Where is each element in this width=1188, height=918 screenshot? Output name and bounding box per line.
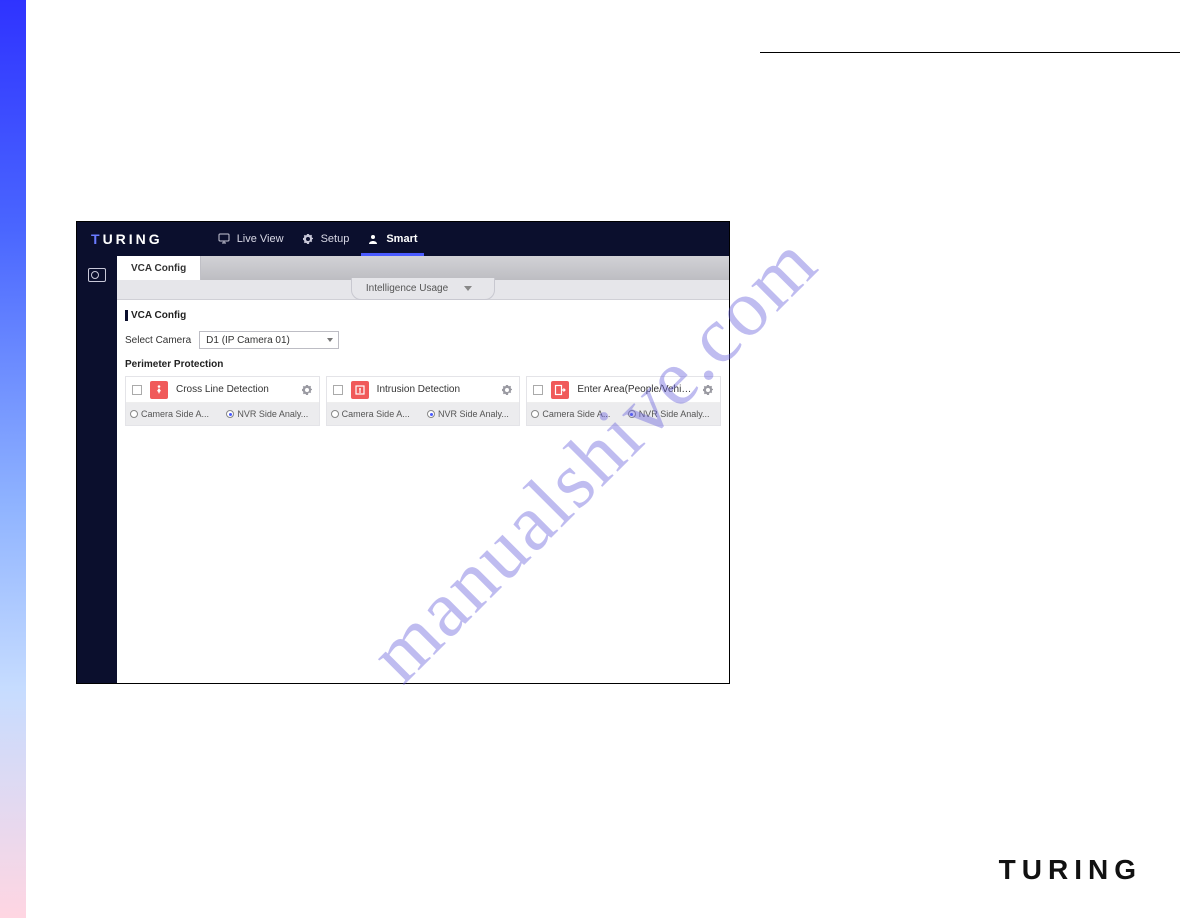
titlebar: TURING Live View Setup Smart [77, 222, 729, 256]
card-head: Enter Area(People/Vehicle ... [527, 377, 720, 403]
radio-nvr-side[interactable]: NVR Side Analy... [226, 409, 314, 419]
card-title: Cross Line Detection [176, 384, 293, 395]
radio-icon [130, 410, 138, 418]
card-options: Camera Side A... NVR Side Analy... [126, 403, 319, 425]
radio-label: Camera Side A... [542, 409, 610, 419]
tab-vca-config[interactable]: VCA Config [117, 256, 201, 280]
intelligence-usage-toggle[interactable]: Intelligence Usage [351, 278, 495, 300]
section-title: VCA Config [125, 310, 721, 321]
side-rail [77, 256, 117, 683]
radio-label: NVR Side Analy... [438, 409, 509, 419]
monitor-icon [218, 233, 230, 245]
user-icon [367, 233, 379, 245]
card-enter-area: Enter Area(People/Vehicle ... Camera Sid… [526, 376, 721, 426]
usage-pill-label: Intelligence Usage [366, 283, 448, 294]
enable-checkbox[interactable] [333, 385, 343, 395]
cross-line-icon [150, 381, 168, 399]
card-head: Intrusion Detection [327, 377, 520, 403]
enable-checkbox[interactable] [132, 385, 142, 395]
vca-pane: VCA Config Select Camera D1 (IP Camera 0… [117, 300, 729, 426]
detection-cards: Cross Line Detection Camera Side A... [125, 376, 721, 426]
gear-icon[interactable] [501, 384, 513, 396]
enable-checkbox[interactable] [533, 385, 543, 395]
nav-label: Setup [321, 233, 350, 245]
camera-select-row: Select Camera D1 (IP Camera 01) [125, 331, 721, 349]
nav-label: Smart [386, 233, 417, 245]
app-body: VCA Config Intelligence Usage VCA Config… [77, 256, 729, 683]
radio-icon [331, 410, 339, 418]
card-options: Camera Side A... NVR Side Analy... [527, 403, 720, 425]
sub-bar: Intelligence Usage [117, 280, 729, 300]
enter-area-icon [551, 381, 569, 399]
nav-live-view[interactable]: Live View [218, 222, 284, 256]
tab-label: VCA Config [131, 263, 186, 274]
header-rule [760, 52, 1180, 53]
radio-label: Camera Side A... [141, 409, 209, 419]
card-intrusion: Intrusion Detection Camera Side A... [326, 376, 521, 426]
perimeter-heading: Perimeter Protection [125, 359, 721, 370]
chevron-down-icon [464, 286, 472, 291]
brand-logo: TURING [91, 231, 163, 247]
radio-icon [226, 410, 234, 418]
radio-nvr-side[interactable]: NVR Side Analy... [427, 409, 515, 419]
radio-icon [628, 410, 636, 418]
vca-config-icon[interactable] [88, 268, 106, 282]
card-title: Enter Area(People/Vehicle ... [577, 384, 694, 395]
card-options: Camera Side A... NVR Side Analy... [327, 403, 520, 425]
page-accent-bar [0, 0, 26, 918]
tab-bar: VCA Config [117, 256, 729, 280]
main-nav: Live View Setup Smart [218, 222, 418, 256]
nav-setup[interactable]: Setup [302, 222, 350, 256]
radio-camera-side[interactable]: Camera Side A... [130, 409, 218, 419]
radio-camera-side[interactable]: Camera Side A... [531, 409, 619, 419]
app-window: TURING Live View Setup Smart [76, 221, 730, 684]
radio-label: NVR Side Analy... [237, 409, 308, 419]
radio-icon [427, 410, 435, 418]
intrusion-icon [351, 381, 369, 399]
card-cross-line: Cross Line Detection Camera Side A... [125, 376, 320, 426]
brand-logo-text: URING [103, 231, 163, 247]
radio-icon [531, 410, 539, 418]
gear-icon [302, 233, 314, 245]
radio-label: NVR Side Analy... [639, 409, 710, 419]
camera-select-value: D1 (IP Camera 01) [206, 335, 290, 346]
card-head: Cross Line Detection [126, 377, 319, 403]
content-pane: VCA Config Intelligence Usage VCA Config… [117, 256, 729, 683]
camera-select[interactable]: D1 (IP Camera 01) [199, 331, 339, 349]
gear-icon[interactable] [702, 384, 714, 396]
radio-camera-side[interactable]: Camera Side A... [331, 409, 419, 419]
card-title: Intrusion Detection [377, 384, 494, 395]
nav-label: Live View [237, 233, 284, 245]
radio-nvr-side[interactable]: NVR Side Analy... [628, 409, 716, 419]
radio-label: Camera Side A... [342, 409, 410, 419]
nav-smart[interactable]: Smart [367, 222, 417, 256]
select-camera-label: Select Camera [125, 335, 191, 346]
footer-brand: TURING [999, 854, 1142, 886]
gear-icon[interactable] [301, 384, 313, 396]
